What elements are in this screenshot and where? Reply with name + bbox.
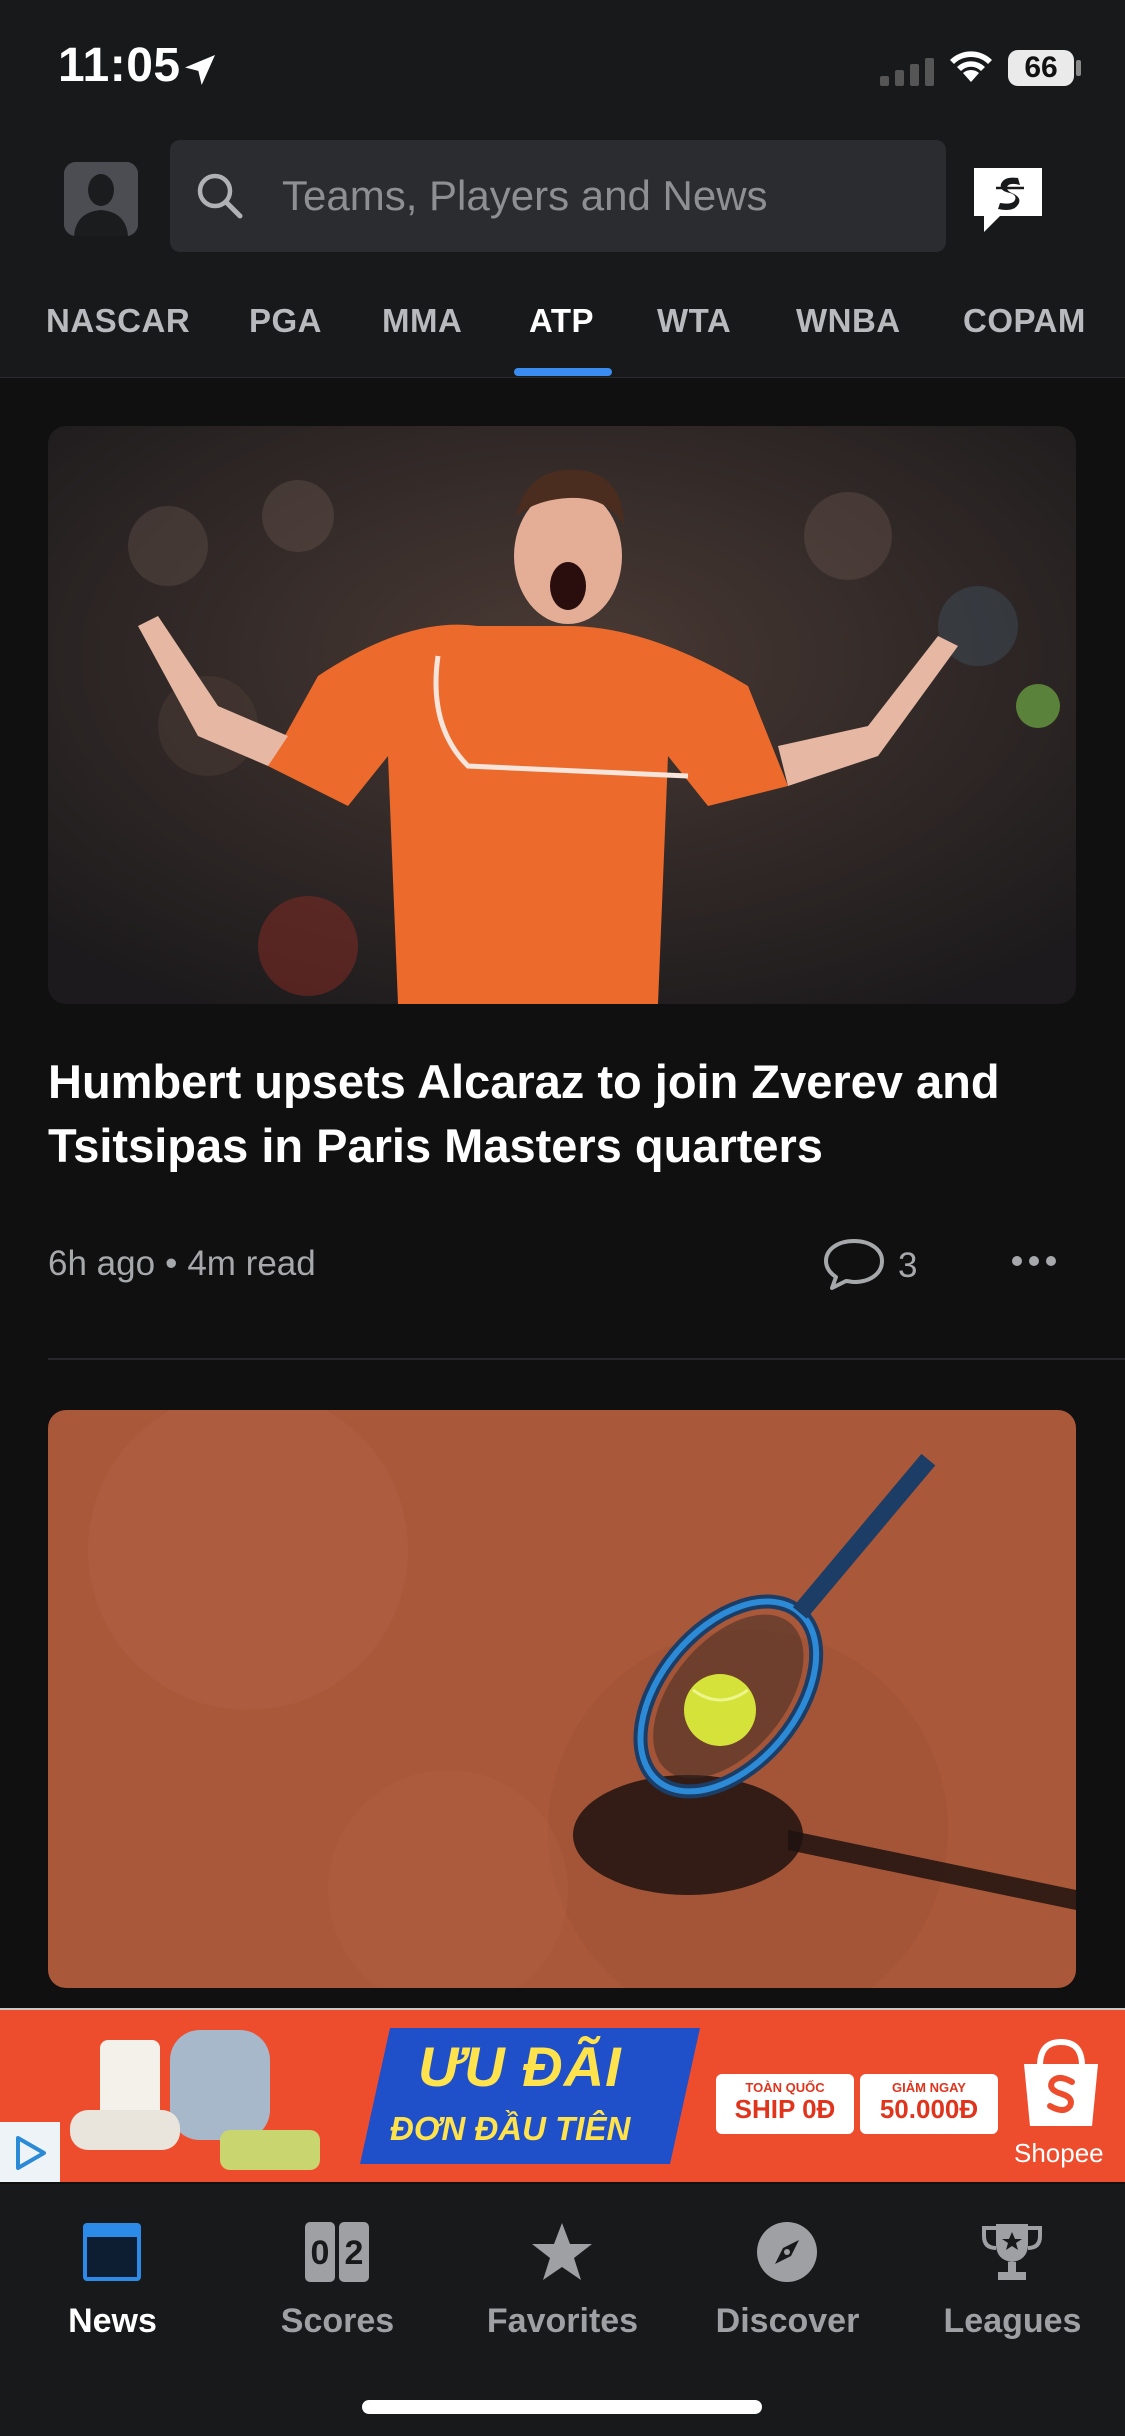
ad-line2: ĐƠN ĐẦU TIÊN: [390, 2110, 631, 2147]
profile-avatar[interactable]: [64, 162, 138, 236]
compass-icon: [757, 2222, 817, 2282]
ad-products-image: [70, 2030, 320, 2170]
ad-promo-discount-small: GIẢM NGAY: [892, 2080, 966, 2095]
battery-indicator: 66: [1008, 50, 1074, 86]
star-icon: [532, 2223, 592, 2280]
app-header: Teams, Players and News: [0, 140, 1125, 278]
tab-atp[interactable]: ATP: [529, 302, 594, 340]
shopee-bag-icon: [1024, 2038, 1098, 2126]
tab-copam[interactable]: COPAM: [963, 302, 1086, 340]
status-time: 11:05: [58, 39, 181, 92]
comment-count: 3: [898, 1246, 918, 1285]
search-icon: [197, 173, 243, 219]
tab-wta[interactable]: WTA: [657, 302, 731, 340]
nav-discover[interactable]: Discover: [675, 2204, 900, 2354]
news-icon: [83, 2223, 141, 2281]
nav-favorites-label: Favorites: [486, 2302, 639, 2340]
meta-separator: •: [165, 1244, 178, 1283]
ad-promo-discount: GIẢM NGAY 50.000Đ: [860, 2074, 998, 2134]
nav-news[interactable]: News: [0, 2204, 225, 2354]
comments-button[interactable]: 3: [822, 1236, 932, 1296]
nav-discover-label: Discover: [715, 2302, 860, 2340]
user-silhouette-icon: [64, 162, 138, 236]
league-tabs: NASCAR PGA MMA ATP WTA WNBA COPAM: [0, 278, 1125, 378]
score-chat-icon[interactable]: [970, 164, 1046, 236]
article-hero-image[interactable]: [48, 426, 1076, 1004]
trophy-icon: [982, 2224, 1042, 2280]
ad-promo-shipping-big: SHIP 0Đ: [734, 2094, 836, 2124]
active-tab-indicator: [514, 368, 612, 376]
ad-choices-icon[interactable]: [0, 2122, 60, 2182]
tennis-racket-clay-photo: [48, 1410, 1076, 1988]
bottom-navigation: News 0 2 Scores Favorites Discover Leagu…: [0, 2184, 1125, 2436]
ad-line1: ƯU ĐÃI: [418, 2035, 622, 2098]
tab-nascar[interactable]: NASCAR: [46, 302, 190, 340]
cellular-signal-icon: [880, 58, 934, 86]
home-indicator: [362, 2400, 762, 2414]
ad-banner[interactable]: ƯU ĐÃI ĐƠN ĐẦU TIÊN TOÀN QUỐC SHIP 0Đ GI…: [0, 2008, 1125, 2182]
nav-scores-label: Scores: [280, 2302, 395, 2340]
article-meta: 6h ago • 4m read: [48, 1244, 316, 1284]
ad-promo-discount-big: 50.000Đ: [879, 2094, 979, 2124]
nav-leagues-label: Leagues: [943, 2302, 1082, 2340]
svg-text:2: 2: [345, 2234, 364, 2272]
location-arrow-icon: [185, 55, 215, 85]
nav-favorites[interactable]: Favorites: [450, 2204, 675, 2354]
wifi-icon: [950, 51, 992, 82]
nav-scores[interactable]: 0 2 Scores: [225, 2204, 450, 2354]
tab-wnba[interactable]: WNBA: [796, 302, 901, 340]
status-bar: 11:05 66: [0, 0, 1125, 140]
comment-icon: [824, 1239, 884, 1290]
tab-pga[interactable]: PGA: [249, 302, 322, 340]
nav-leagues[interactable]: Leagues: [900, 2204, 1125, 2354]
search-placeholder: Teams, Players and News: [282, 172, 768, 219]
battery-cap: [1076, 60, 1081, 76]
article-time: 6h ago: [48, 1244, 156, 1283]
svg-text:0: 0: [311, 2234, 330, 2272]
article-read-time: 4m read: [187, 1244, 316, 1283]
scores-icon: 0 2: [305, 2222, 369, 2282]
tennis-player-celebrating-photo: [48, 426, 1076, 1004]
article-headline[interactable]: Humbert upsets Alcaraz to join Zverev an…: [48, 1050, 1088, 1178]
ad-promo-shipping: TOÀN QUỐC SHIP 0Đ: [716, 2074, 854, 2134]
tab-mma[interactable]: MMA: [382, 302, 462, 340]
article-image[interactable]: [48, 1410, 1076, 1988]
more-options-icon[interactable]: [1010, 1254, 1058, 1268]
search-input[interactable]: Teams, Players and News: [170, 140, 946, 252]
ad-headline: ƯU ĐÃI ĐƠN ĐẦU TIÊN: [360, 2028, 700, 2164]
ad-promo-shipping-small: TOÀN QUỐC: [745, 2080, 825, 2095]
ad-brand-name: Shopee: [1014, 2138, 1104, 2168]
nav-news-label: News: [68, 2302, 157, 2340]
article-divider: [48, 1358, 1125, 1360]
